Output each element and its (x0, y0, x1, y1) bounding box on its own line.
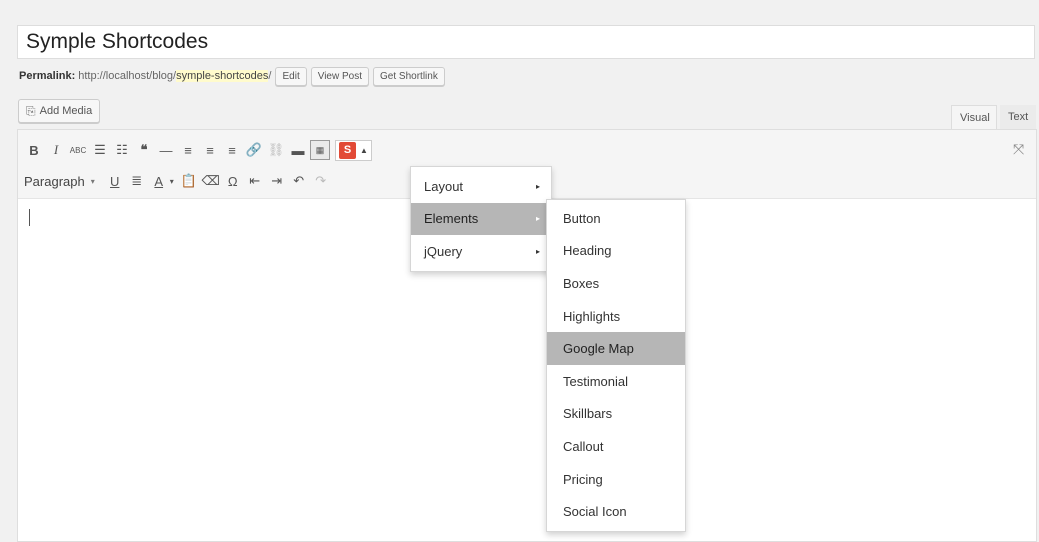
get-shortlink-button[interactable]: Get Shortlink (373, 66, 445, 86)
permalink-base-url[interactable]: http://localhost/blog/ (78, 70, 176, 82)
paragraph-format-select[interactable]: Paragraph ▾ (24, 174, 95, 189)
submenu-item-label: Highlights (563, 308, 621, 324)
chevron-down-icon: ▾ (90, 176, 95, 186)
special-character-icon[interactable]: Ω (223, 171, 243, 191)
menu-item-label: Elements (424, 211, 479, 227)
submenu-item-label: Boxes (563, 275, 600, 291)
outdent-icon[interactable]: ⇤ (245, 171, 265, 191)
horizontal-rule-icon[interactable]: — (156, 140, 176, 160)
add-media-label: Add Media (39, 105, 93, 117)
bullet-list-icon[interactable]: ☰ (90, 140, 110, 160)
blockquote-icon[interactable]: ❝ (134, 140, 154, 160)
submenu-item-google-map[interactable]: Google Map (547, 332, 685, 365)
text-color-icon[interactable]: A (149, 171, 169, 191)
undo-icon[interactable]: ↶ (289, 171, 309, 191)
post-title-input[interactable]: Symple Shortcodes (17, 25, 1035, 59)
shortcode-menu: Layout ▸ Elements ▸ jQuery ▸ (410, 166, 552, 272)
toolbar-row-2: Paragraph ▾ U ≣ A ▾ 📋 ⌫ Ω ⇤ ⇥ ↶ ↷ (24, 170, 333, 192)
submenu-item-social-icon[interactable]: Social Icon (547, 495, 685, 528)
numbered-list-icon[interactable]: ☷ (112, 140, 132, 160)
italic-icon[interactable]: I (46, 140, 66, 160)
add-media-button[interactable]: ⎘ Add Media (18, 99, 101, 123)
read-more-icon[interactable]: ▬ (288, 140, 308, 160)
submenu-arrow-icon: ▸ (535, 181, 540, 191)
submenu-item-highlights[interactable]: Highlights (547, 300, 685, 333)
align-center-icon[interactable]: ≡ (200, 140, 220, 160)
submenu-item-heading[interactable]: Heading (547, 235, 685, 268)
submenu-item-label: Skillbars (563, 406, 613, 422)
submenu-item-boxes[interactable]: Boxes (547, 267, 685, 300)
symple-shortcodes-icon: S (339, 141, 356, 159)
submenu-item-label: Google Map (563, 341, 634, 357)
submenu-item-callout[interactable]: Callout (547, 430, 685, 463)
menu-item-jquery[interactable]: jQuery ▸ (411, 235, 551, 268)
submenu-item-label: Button (563, 210, 601, 226)
menu-item-layout[interactable]: Layout ▸ (411, 170, 551, 203)
strikethrough-icon[interactable]: ABC (68, 140, 88, 160)
redo-icon[interactable]: ↷ (311, 171, 331, 191)
submenu-item-label: Callout (563, 438, 604, 454)
submenu-item-label: Social Icon (563, 504, 627, 520)
fullscreen-icon[interactable]: ⤧ (1013, 141, 1024, 158)
media-icon: ⎘ (26, 103, 36, 118)
underline-icon[interactable]: U (105, 171, 125, 191)
symple-shortcodes-button[interactable]: S ▲ (335, 139, 372, 161)
submenu-item-pricing[interactable]: Pricing (547, 463, 685, 496)
submenu-item-skillbars[interactable]: Skillbars (547, 398, 685, 431)
tab-visual[interactable]: Visual (951, 105, 997, 129)
menu-item-label: jQuery (424, 243, 463, 259)
dropdown-up-arrow-icon: ▲ (360, 145, 368, 155)
unlink-icon[interactable]: ⛓ (266, 140, 286, 160)
tab-text[interactable]: Text (1000, 105, 1036, 129)
align-right-icon[interactable]: ≡ (222, 140, 242, 160)
submenu-item-testimonial[interactable]: Testimonial (547, 365, 685, 398)
permalink-label: Permalink: (19, 70, 76, 82)
permalink-trailing-slash: / (268, 70, 272, 82)
view-post-button[interactable]: View Post (310, 66, 370, 86)
justify-icon[interactable]: ≣ (127, 171, 147, 191)
clear-formatting-icon[interactable]: ⌫ (201, 171, 221, 191)
elements-submenu: Button Heading Boxes Highlights Google M… (546, 199, 686, 532)
submenu-item-label: Pricing (563, 471, 603, 487)
bold-icon[interactable]: B (24, 140, 44, 160)
toolbar-toggle-icon[interactable]: ▦ (310, 140, 330, 160)
permalink-row: Permalink: http://localhost/blog/symple-… (19, 65, 445, 87)
menu-item-elements[interactable]: Elements ▸ (411, 202, 551, 236)
submenu-arrow-icon: ▸ (535, 246, 540, 256)
align-left-icon[interactable]: ≡ (178, 140, 198, 160)
edit-permalink-button[interactable]: Edit (275, 66, 307, 86)
link-icon[interactable]: 🔗 (244, 140, 264, 160)
submenu-item-label: Heading (563, 243, 612, 259)
paragraph-format-label: Paragraph (24, 173, 85, 189)
submenu-item-label: Testimonial (563, 373, 629, 389)
toolbar-row-1: B I ABC ☰ ☷ ❝ — ≡ ≡ ≡ 🔗 ⛓ ▬ ▦ S ▲ (24, 139, 372, 161)
submenu-arrow-icon: ▸ (535, 214, 540, 224)
indent-icon[interactable]: ⇥ (267, 171, 287, 191)
paste-as-text-icon[interactable]: 📋 (179, 171, 199, 191)
submenu-item-button[interactable]: Button (547, 202, 685, 235)
text-cursor (29, 209, 30, 226)
permalink-slug[interactable]: symple-shortcodes (176, 70, 269, 82)
text-color-caret-icon[interactable]: ▾ (167, 171, 177, 191)
menu-item-label: Layout (424, 178, 464, 194)
